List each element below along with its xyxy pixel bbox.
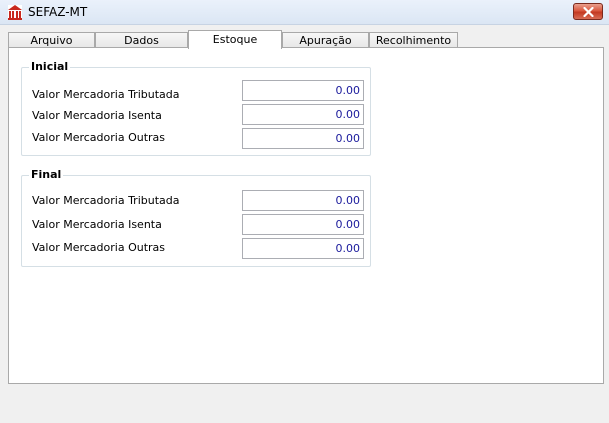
label-inicial-isenta: Valor Mercadoria Isenta [32,109,162,122]
input-inicial-tributada[interactable]: 0.00 [242,80,364,101]
group-final: Final Valor Mercadoria Tributada 0.00 Va… [21,168,371,267]
tab-estoque[interactable]: Estoque [188,30,282,49]
tab-apuracao[interactable]: Apuração [282,32,369,48]
window-title: SEFAZ-MT [28,5,88,19]
label-final-outras: Valor Mercadoria Outras [32,241,166,254]
group-title-inicial: Inicial [29,60,71,73]
tab-panel-estoque: Inicial Valor Mercadoria Tributada 0.00 … [8,47,604,384]
label-final-isenta: Valor Mercadoria Isenta [32,218,162,231]
input-final-outras[interactable]: 0.00 [242,238,364,259]
label-inicial-tributada: Valor Mercadoria Tributada [32,88,180,101]
label-inicial-outras: Valor Mercadoria Outras [32,131,166,144]
input-final-tributada[interactable]: 0.00 [242,190,364,211]
group-inicial: Inicial Valor Mercadoria Tributada 0.00 … [21,60,371,156]
tab-dados-adicionais[interactable]: Dados Adicionais [95,32,188,62]
input-final-isenta[interactable]: 0.00 [242,214,364,235]
building-icon [7,4,23,20]
group-title-final: Final [29,168,64,181]
app-window: SEFAZ-MT Arquivo Dados Adicionais Estoqu… [0,0,609,423]
tab-arquivo[interactable]: Arquivo [8,32,95,48]
tab-strip: Arquivo Dados Adicionais Estoque Apuraçã… [8,30,458,62]
tab-recolhimento[interactable]: Recolhimento [369,32,458,48]
input-inicial-isenta[interactable]: 0.00 [242,104,364,125]
title-bar[interactable]: SEFAZ-MT [0,0,609,25]
label-final-tributada: Valor Mercadoria Tributada [32,194,180,207]
close-icon [583,7,594,17]
close-button[interactable] [573,3,603,20]
input-inicial-outras[interactable]: 0.00 [242,128,364,149]
